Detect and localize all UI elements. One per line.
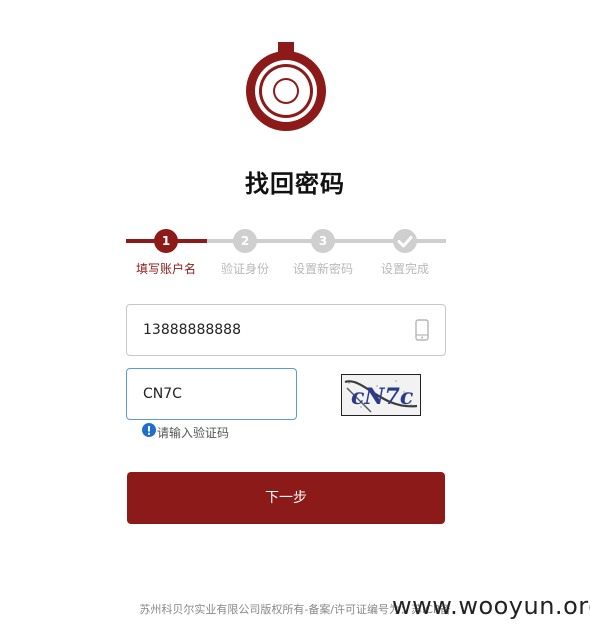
next-button[interactable]: 下一步 xyxy=(127,472,445,524)
page-title: 找回密码 xyxy=(245,170,345,198)
captcha-text: cN7c xyxy=(351,384,414,410)
captcha-input[interactable] xyxy=(143,369,283,419)
hint-text: 请输入验证码 xyxy=(157,426,230,440)
brand-logo xyxy=(246,42,326,131)
info-icon xyxy=(142,423,156,437)
step-2-dot: 2 xyxy=(233,229,257,253)
step-4-label: 设置完成 xyxy=(380,262,429,276)
account-input[interactable] xyxy=(143,305,393,355)
mobile-phone-icon xyxy=(415,319,429,341)
step-1-dot: 1 xyxy=(154,229,178,253)
captcha-field[interactable] xyxy=(126,368,297,420)
step-2-label: 验证身份 xyxy=(220,262,269,276)
step-progress: 1 2 3 填写账户名 验证身份 设置新密码 设置完成 xyxy=(126,228,446,278)
step-3-dot: 3 xyxy=(311,229,335,253)
step-1-label: 填写账户名 xyxy=(135,262,196,276)
step-4-dot xyxy=(393,229,417,253)
watermark: www.wooyun.org xyxy=(392,592,590,620)
step-3-label: 设置新密码 xyxy=(292,262,353,276)
account-field[interactable] xyxy=(126,304,446,356)
check-icon xyxy=(397,236,413,248)
captcha-image[interactable]: cN7c xyxy=(341,374,421,416)
